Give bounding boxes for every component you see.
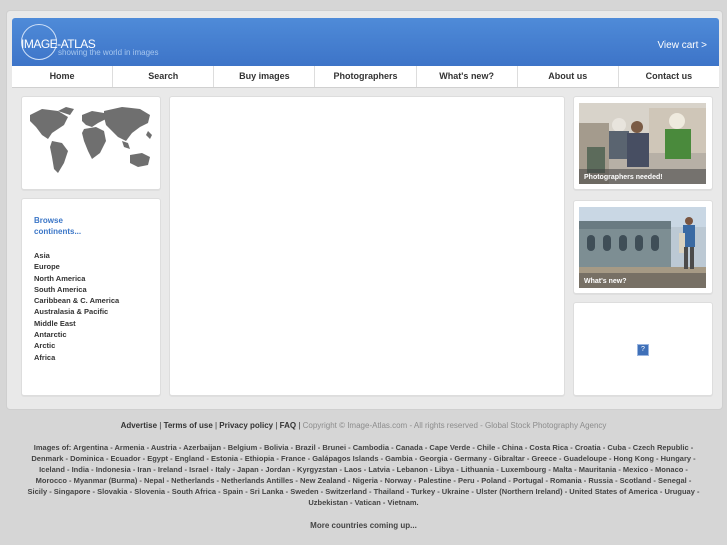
continent-link-south-america[interactable]: South America xyxy=(34,284,119,295)
photographers-needed-caption[interactable]: Photographers needed! xyxy=(584,174,663,181)
continent-link-caribbean[interactable]: Caribbean & C. America xyxy=(34,295,119,306)
placeholder-card: ? xyxy=(573,302,713,396)
nav-buy-images[interactable]: Buy images xyxy=(213,66,314,87)
main-nav: Home Search Buy images Photographers Wha… xyxy=(12,66,719,88)
nav-contact-us[interactable]: Contact us xyxy=(617,66,719,87)
browse-continents-title[interactable]: Browse continents... xyxy=(34,215,81,237)
world-map-card xyxy=(21,96,161,190)
mosque-photo[interactable]: What's new? xyxy=(579,207,706,288)
footer-links: Advertise | Terms of use | Privacy polic… xyxy=(120,421,607,430)
more-countries-text: More countries coming up... xyxy=(310,521,417,530)
whats-new-caption[interactable]: What's new? xyxy=(584,278,627,285)
nav-whats-new[interactable]: What's new? xyxy=(415,66,517,87)
continent-link-arctic[interactable]: Arctic xyxy=(34,340,119,351)
tourists-photo[interactable]: Photographers needed! xyxy=(579,103,706,184)
view-cart-link[interactable]: View cart > xyxy=(657,40,707,51)
continent-link-antarctic[interactable]: Antarctic xyxy=(34,329,119,340)
nav-photographers[interactable]: Photographers xyxy=(314,66,415,87)
browse-title-line1[interactable]: Browse xyxy=(34,216,63,225)
faq-link[interactable]: FAQ xyxy=(280,421,296,430)
continent-link-asia[interactable]: Asia xyxy=(34,250,119,261)
continent-link-middle-east[interactable]: Middle East xyxy=(34,318,119,329)
nav-search[interactable]: Search xyxy=(112,66,213,87)
world-map-image[interactable] xyxy=(22,97,160,189)
continent-link-north-america[interactable]: North America xyxy=(34,273,119,284)
nav-about-us[interactable]: About us xyxy=(516,66,618,87)
whats-new-card[interactable]: What's new? xyxy=(573,200,713,294)
photographers-needed-card[interactable]: Photographers needed! xyxy=(573,96,713,190)
continent-link-australasia[interactable]: Australasia & Pacific xyxy=(34,306,119,317)
site-header: IMAGE-ATLAS showing the world in images … xyxy=(12,18,719,66)
nav-home[interactable]: Home xyxy=(12,66,112,87)
terms-link[interactable]: Terms of use xyxy=(164,421,213,430)
main-content-panel xyxy=(169,96,565,396)
advertise-link[interactable]: Advertise xyxy=(121,421,157,430)
browse-title-line2[interactable]: continents... xyxy=(34,227,81,236)
logo-tagline: showing the world in images xyxy=(58,48,159,57)
privacy-link[interactable]: Privacy policy xyxy=(219,421,273,430)
continent-list: Asia Europe North America South America … xyxy=(34,250,119,363)
countries-list[interactable]: Images of: Argentina - Armenia - Austria… xyxy=(26,442,701,508)
continent-link-africa[interactable]: Africa xyxy=(34,352,119,363)
broken-image-icon: ? xyxy=(637,344,649,356)
continent-link-europe[interactable]: Europe xyxy=(34,261,119,272)
browse-continents-card: Browse continents... Asia Europe North A… xyxy=(21,198,161,396)
copyright-text: Copyright © Image-Atlas.com - All rights… xyxy=(302,421,607,430)
